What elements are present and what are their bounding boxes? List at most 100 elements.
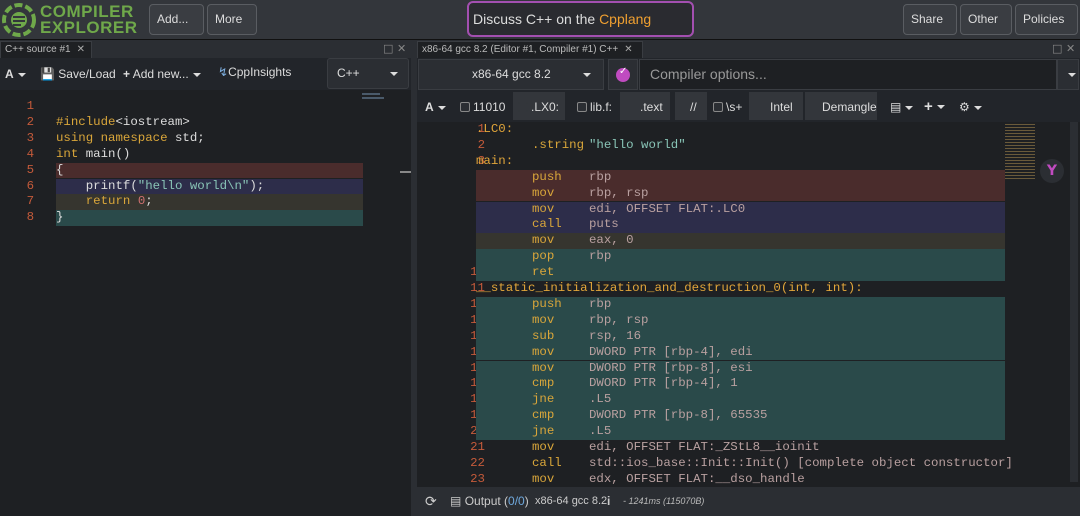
- quick-help-icon[interactable]: Y: [1040, 159, 1064, 183]
- more-label: More: [215, 12, 243, 26]
- libraries-button[interactable]: ▤: [890, 97, 914, 117]
- add-new-button[interactable]: + Add new...: [123, 64, 201, 84]
- asm-line[interactable]: mov DWORD PTR [rbp-4], edi: [476, 344, 1005, 361]
- output-label: Output (: [464, 494, 509, 508]
- source-line[interactable]: {: [56, 162, 363, 179]
- source-line[interactable]: return 0;: [56, 194, 363, 211]
- close-pane-icon[interactable]: ✕: [1066, 42, 1075, 55]
- asm-operands: edx, OFFSET FLAT:__dso_handle: [589, 471, 805, 486]
- cppinsights-button[interactable]: ↯CppInsights: [218, 62, 291, 82]
- asm-line[interactable]: mov DWORD PTR [rbp-8], esi: [476, 360, 1005, 377]
- asm-line[interactable]: mov rbp, rsp: [476, 312, 1005, 329]
- scrollbar[interactable]: [1070, 122, 1078, 482]
- logo-icon: [2, 3, 36, 37]
- tab-compiler[interactable]: x86-64 gcc 8.2 (Editor #1, Compiler #1) …: [417, 41, 643, 58]
- filter-comments-label: //: [690, 100, 697, 114]
- asm-line[interactable]: push rbp: [476, 169, 1005, 186]
- close-pane-icon[interactable]: ✕: [397, 42, 406, 55]
- asm-line[interactable]: jne .L5: [476, 424, 1005, 440]
- news-text: Discuss C++ on the: [473, 11, 600, 27]
- compiler-label: x86-64 gcc 8.2: [472, 67, 551, 81]
- filter-intel[interactable]: Intel: [749, 92, 803, 120]
- language-select[interactable]: C++: [327, 58, 409, 89]
- font-size-button[interactable]: A: [5, 64, 26, 84]
- filter-whitespace[interactable]: \s+: [713, 97, 742, 117]
- tab-source[interactable]: C++ source #1 ✕: [0, 41, 92, 58]
- filter-directives[interactable]: .text: [620, 92, 670, 120]
- compiler-explorer-logo[interactable]: COMPILER EXPLORER: [2, 2, 137, 38]
- filter-demangle[interactable]: Demangle: [805, 92, 877, 120]
- compiler-picker-button[interactable]: ✓: [608, 59, 638, 90]
- more-menu-button[interactable]: More: [207, 4, 257, 51]
- source-line[interactable]: int main(): [56, 147, 363, 163]
- compile-timing: - 1241ms (115070B): [623, 496, 705, 506]
- asm-line[interactable]: sub rsp, 16: [476, 328, 1005, 345]
- source-line[interactable]: [56, 99, 363, 115]
- source-line[interactable]: #include<iostream>: [56, 115, 363, 131]
- asm-operands: rbp: [589, 296, 612, 311]
- status-bar: ⟳ ▤ Output (0/0) x86-64 gcc 8.2 i - 1241…: [417, 487, 1080, 516]
- filter-library[interactable]: lib.f:: [577, 97, 612, 117]
- filter-binary[interactable]: 11010: [460, 97, 505, 117]
- maximize-icon[interactable]: □: [383, 42, 393, 55]
- asm-line[interactable]: __static_initialization_and_destruction_…: [476, 281, 1005, 297]
- asm-opcode: ret: [532, 265, 555, 280]
- source-code[interactable]: 1 2 #include<iostream> 3 using namespace std…: [0, 91, 400, 516]
- line-number: 4: [26, 146, 34, 161]
- asm-line[interactable]: main:: [476, 154, 1005, 170]
- asm-opcode: cmp: [532, 376, 555, 391]
- maximize-icon[interactable]: □: [1052, 42, 1062, 55]
- filter-comments[interactable]: //: [675, 92, 707, 120]
- settings-button[interactable]: ⚙: [959, 97, 982, 117]
- asm-line[interactable]: push rbp: [476, 296, 1005, 313]
- asm-line[interactable]: .string "hello world": [476, 138, 1005, 154]
- asm-line[interactable]: pop rbp: [476, 249, 1005, 266]
- save-load-button[interactable]: 💾 Save/Load: [40, 64, 116, 84]
- asm-line[interactable]: mov eax, 0: [476, 233, 1005, 250]
- asm-line[interactable]: ret: [476, 265, 1005, 281]
- news-banner[interactable]: Discuss C++ on the Cpplang Slack×: [467, 1, 694, 59]
- asm-line[interactable]: jne .L5: [476, 392, 1005, 409]
- asm-line[interactable]: cmp DWORD PTR [rbp-8], 65535: [476, 408, 1005, 425]
- add-tool-button[interactable]: +: [924, 97, 945, 117]
- checkbox-icon: [713, 102, 723, 112]
- asm-line[interactable]: mov rbp, rsp: [476, 185, 1005, 202]
- asm-line[interactable]: cmp DWORD PTR [rbp-4], 1: [476, 376, 1005, 393]
- line-number: 7: [26, 194, 34, 209]
- close-tab-icon[interactable]: ✕: [624, 44, 632, 55]
- options-dropdown-button[interactable]: [1057, 59, 1079, 90]
- output-close-paren: ): [524, 494, 529, 508]
- close-tab-icon[interactable]: ✕: [77, 44, 85, 55]
- refresh-icon[interactable]: ⟳: [425, 487, 437, 516]
- asm-line[interactable]: .LC0:: [476, 122, 1005, 138]
- compiler-options-input[interactable]: Compiler options...: [639, 59, 1057, 90]
- source-code-area[interactable]: 1 2 #include<iostream> 3 using namespace std…: [0, 91, 411, 516]
- asm-line[interactable]: mov edx, OFFSET FLAT:__dso_handle: [476, 472, 1005, 487]
- info-icon[interactable]: i: [607, 487, 610, 516]
- asm-line[interactable]: mov edi, OFFSET FLAT:_ZStL8__ioinit: [476, 440, 1005, 456]
- asm-output-area[interactable]: 1.LC0:2.string"hello world"3main:4pushrb…: [417, 122, 1080, 487]
- policies-menu-button[interactable]: Policies: [1015, 4, 1078, 51]
- tab-compiler-label: x86-64 gcc 8.2 (Editor #1, Compiler #1) …: [422, 44, 619, 55]
- other-menu-button[interactable]: Other: [960, 4, 1012, 51]
- share-button[interactable]: Share: [903, 4, 957, 51]
- scrollbar-thumb[interactable]: [400, 171, 411, 173]
- filter-labels[interactable]: .LX0:: [513, 92, 565, 120]
- compiler-select[interactable]: x86-64 gcc 8.2: [418, 59, 604, 90]
- add-menu-button[interactable]: Add...: [149, 4, 204, 51]
- source-line[interactable]: printf("hello world\n");: [56, 178, 363, 195]
- asm-line[interactable]: call std::ios_base::Init::Init() [complet…: [476, 456, 1013, 472]
- options-placeholder: Compiler options...: [650, 66, 767, 82]
- checkbox-icon: [460, 102, 470, 112]
- asm-code[interactable]: 1.LC0:2.string"hello world"3main:4pushrb…: [417, 122, 1013, 487]
- asm-label: __static_initialization_and_destruction_…: [476, 281, 863, 295]
- compiler-pane: x86-64 gcc 8.2 (Editor #1, Compiler #1) …: [417, 40, 1080, 516]
- source-line[interactable]: using namespace std;: [56, 131, 363, 147]
- minimap[interactable]: [362, 91, 386, 103]
- asm-line[interactable]: call puts: [476, 217, 1005, 234]
- asm-line[interactable]: mov edi, OFFSET FLAT:.LC0: [476, 201, 1005, 218]
- font-size-button[interactable]: A: [425, 97, 446, 117]
- chevron-down-icon: [1068, 73, 1076, 77]
- source-line[interactable]: }: [56, 210, 363, 227]
- output-button[interactable]: ▤ Output (0/0): [450, 487, 529, 516]
